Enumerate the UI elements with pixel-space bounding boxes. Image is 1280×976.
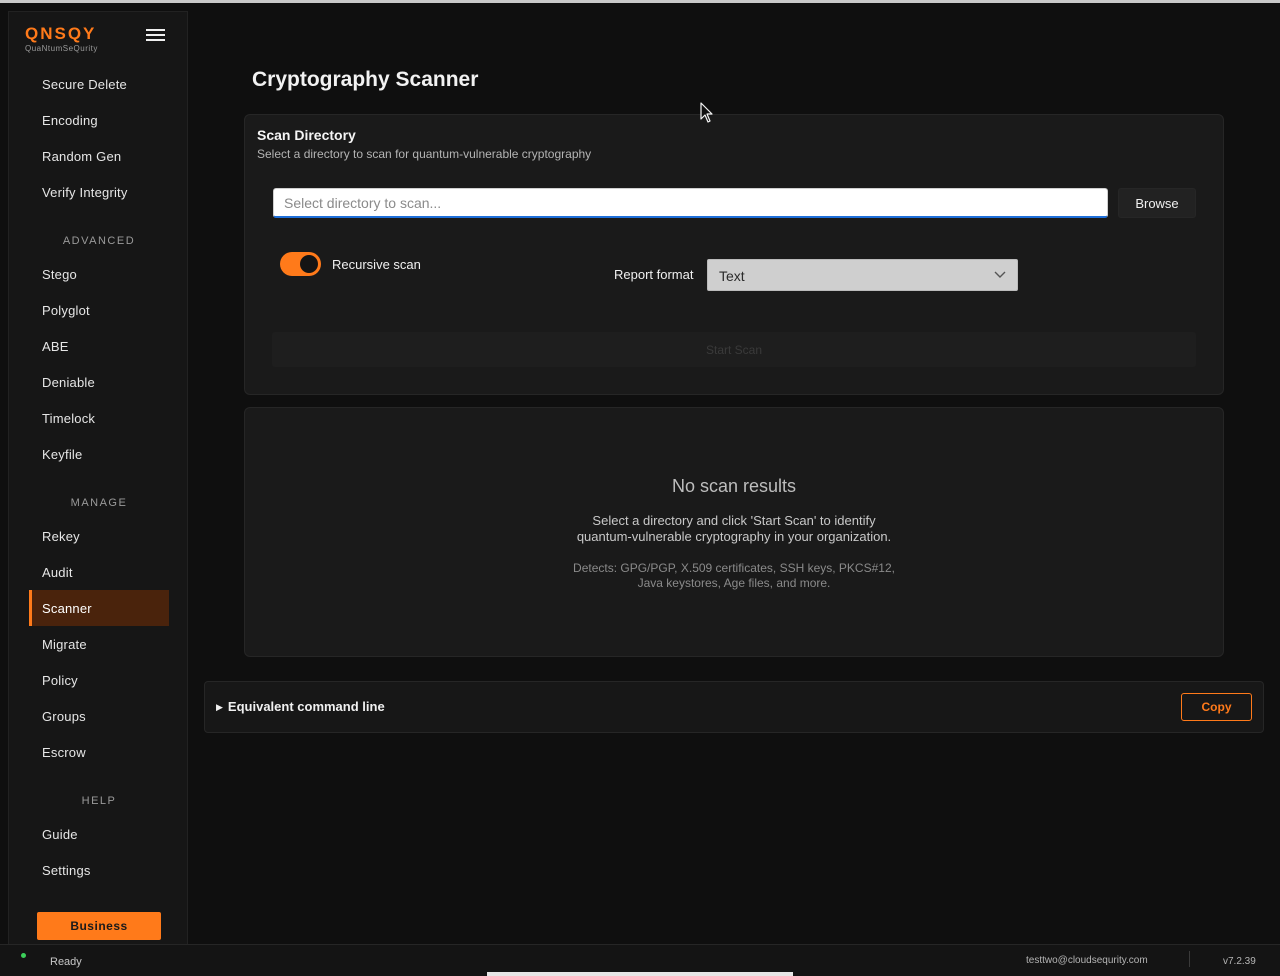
logo-tagline: QuaNtumSeQurity <box>25 44 98 53</box>
recursive-scan-toggle[interactable] <box>280 252 321 276</box>
sidebar-item-random-gen[interactable]: Random Gen <box>29 138 169 174</box>
user-email: testtwo@cloudsequrity.com <box>1026 955 1148 966</box>
section-help-heading: HELP <box>81 795 117 807</box>
sidebar-item-audit[interactable]: Audit <box>29 554 169 590</box>
directory-input[interactable] <box>273 188 1108 218</box>
sidebar-item-groups[interactable]: Groups <box>29 698 169 734</box>
chevron-down-icon <box>993 266 1007 287</box>
scan-card-title: Scan Directory <box>257 127 356 143</box>
sidebar-item-rekey[interactable]: Rekey <box>29 518 169 554</box>
command-line-label: Equivalent command line <box>227 699 385 714</box>
sidebar-item-escrow[interactable]: Escrow <box>29 734 169 770</box>
scan-directory-card: Scan Directory Select a directory to sca… <box>244 114 1224 395</box>
page-title: Cryptography Scanner <box>252 68 479 91</box>
business-button[interactable]: Business <box>37 912 161 940</box>
window-top-edge <box>0 0 1280 3</box>
section-manage-heading: MANAGE <box>70 497 128 509</box>
report-format-label: Report format <box>614 267 694 282</box>
sidebar-item-guide[interactable]: Guide <box>29 816 169 852</box>
status-indicator-icon <box>21 953 26 958</box>
sidebar-item-stego[interactable]: Stego <box>29 256 169 292</box>
scan-results-card: No scan results Select a directory and c… <box>244 407 1224 657</box>
sidebar-item-encoding[interactable]: Encoding <box>29 102 169 138</box>
recursive-scan-label: Recursive scan <box>332 257 421 272</box>
results-empty-title: No scan results <box>671 476 797 496</box>
sidebar-item-polyglot[interactable]: Polyglot <box>29 292 169 328</box>
results-detects-line-1: Detects: GPG/PGP, X.509 certificates, SS… <box>573 561 895 575</box>
mouse-pointer-icon <box>700 102 714 129</box>
sidebar: QNSQY QuaNtumSeQurity Secure Delete Enco… <box>8 11 188 944</box>
browse-button[interactable]: Browse <box>1118 188 1196 218</box>
app-logo: QNSQY QuaNtumSeQurity <box>25 24 98 53</box>
status-text: Ready <box>50 956 82 968</box>
section-advanced-heading: ADVANCED <box>62 235 136 247</box>
sidebar-item-migrate[interactable]: Migrate <box>29 626 169 662</box>
command-line-disclosure[interactable]: ▶ Equivalent command line <box>216 699 385 714</box>
sidebar-item-abe[interactable]: ABE <box>29 328 169 364</box>
sidebar-item-timelock[interactable]: Timelock <box>29 400 169 436</box>
sidebar-item-secure-delete[interactable]: Secure Delete <box>29 66 169 102</box>
results-empty-line-1: Select a directory and click 'Start Scan… <box>592 513 876 528</box>
command-line-panel: ▶ Equivalent command line Copy <box>204 681 1264 733</box>
copy-button[interactable]: Copy <box>1181 693 1252 721</box>
window-bottom-indicator <box>487 972 793 976</box>
scan-card-description: Select a directory to scan for quantum-v… <box>257 147 592 161</box>
logo-wordmark: QNSQY <box>25 24 97 43</box>
sidebar-item-scanner[interactable]: Scanner <box>29 590 169 626</box>
results-empty-line-2: quantum-vulnerable cryptography in your … <box>576 529 892 544</box>
hamburger-menu-icon[interactable] <box>145 26 167 46</box>
sidebar-item-keyfile[interactable]: Keyfile <box>29 436 169 472</box>
report-format-select[interactable]: Text <box>707 259 1018 291</box>
start-scan-button[interactable]: Start Scan <box>272 332 1196 367</box>
status-divider <box>1189 951 1190 967</box>
sidebar-item-policy[interactable]: Policy <box>29 662 169 698</box>
disclosure-triangle-icon: ▶ <box>216 702 223 712</box>
app-version: v7.2.39 <box>1223 956 1256 967</box>
sidebar-item-verify-integrity[interactable]: Verify Integrity <box>29 174 169 210</box>
sidebar-item-deniable[interactable]: Deniable <box>29 364 169 400</box>
toggle-knob <box>300 255 318 273</box>
report-format-value: Text <box>719 268 745 284</box>
results-detects-line-2: Java keystores, Age files, and more. <box>637 576 831 590</box>
sidebar-item-settings[interactable]: Settings <box>29 852 169 888</box>
